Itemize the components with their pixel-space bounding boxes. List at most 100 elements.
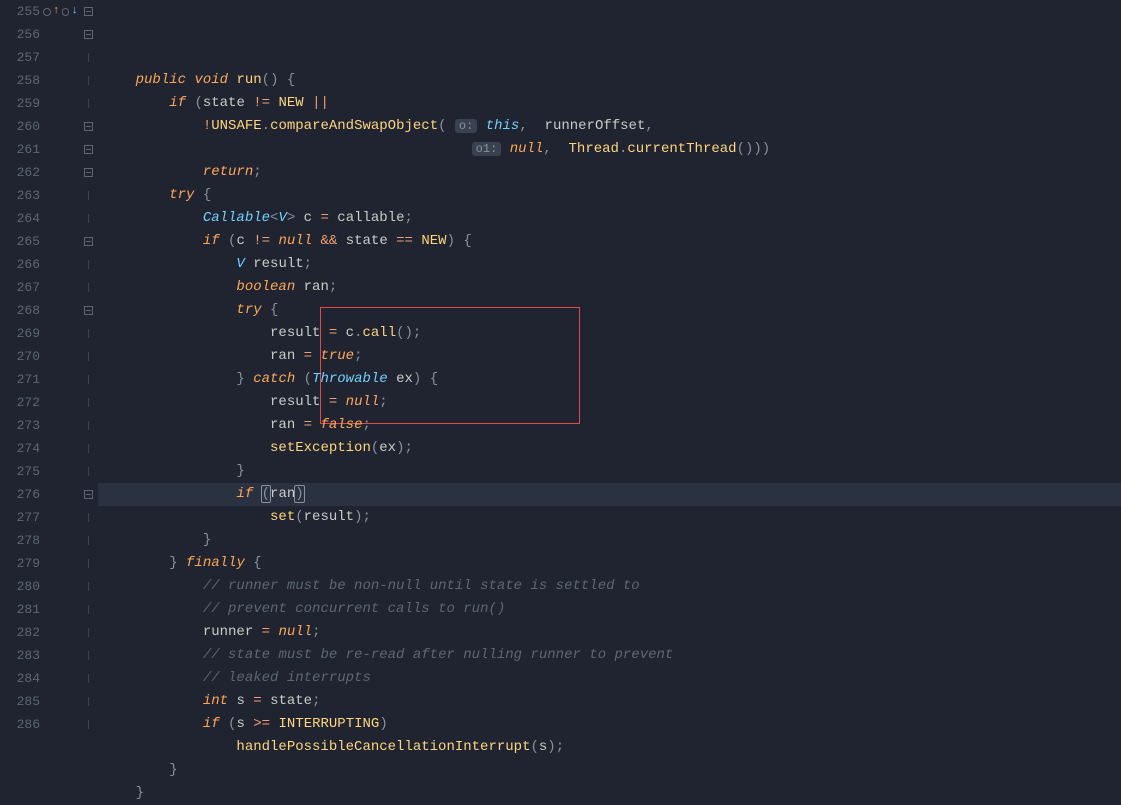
code-line[interactable]: } finally { — [98, 552, 1121, 575]
punct: { — [253, 555, 261, 571]
fold-column[interactable] — [78, 444, 98, 453]
fold-column[interactable] — [78, 306, 98, 315]
code-line[interactable]: try { — [98, 184, 1121, 207]
fold-column[interactable] — [78, 260, 98, 269]
fold-icon[interactable] — [84, 145, 93, 154]
code-line[interactable]: o1: null, Thread.currentThread())) — [98, 138, 1121, 161]
gutter-row: 262 — [0, 161, 98, 184]
tok-result: result — [270, 394, 320, 410]
gutter-row: 261 — [0, 138, 98, 161]
fold-column[interactable] — [78, 559, 98, 568]
fold-column[interactable] — [78, 697, 98, 706]
gutter: 255↑ ↓2562572582592602612622632642652662… — [0, 0, 98, 749]
punct: ; — [304, 256, 312, 272]
fold-column[interactable] — [78, 76, 98, 85]
gutter-row: 256 — [0, 23, 98, 46]
code-line[interactable]: } — [98, 759, 1121, 782]
fold-spacer — [88, 513, 89, 522]
code-line[interactable]: set(result); — [98, 506, 1121, 529]
fold-column[interactable] — [78, 283, 98, 292]
fold-column[interactable] — [78, 375, 98, 384]
fold-spacer — [88, 697, 89, 706]
code-line[interactable]: // prevent concurrent calls to run() — [98, 598, 1121, 621]
fold-icon[interactable] — [84, 122, 93, 131]
fold-column[interactable] — [78, 398, 98, 407]
fold-icon[interactable] — [84, 237, 93, 246]
gutter-row: 263 — [0, 184, 98, 207]
fold-column[interactable] — [78, 674, 98, 683]
fold-column[interactable] — [78, 513, 98, 522]
code-line[interactable]: handlePossibleCancellationInterrupt(s); — [98, 736, 1121, 759]
code-line[interactable]: if (s >= INTERRUPTING) — [98, 713, 1121, 736]
arrow-up-icon: ↑ — [53, 0, 60, 23]
code-line[interactable]: if (c != null && state == NEW) { — [98, 230, 1121, 253]
fold-column[interactable] — [78, 720, 98, 729]
fold-icon[interactable] — [84, 7, 93, 16]
code-line[interactable]: if (ran) — [98, 483, 1121, 506]
fold-column[interactable] — [78, 99, 98, 108]
punct: ) — [379, 716, 387, 732]
gutter-icons: ↑ ↓ — [40, 0, 78, 23]
code-line[interactable]: Callable<V> c = callable; — [98, 207, 1121, 230]
code-line[interactable]: ran = true; — [98, 345, 1121, 368]
tok-result: result — [270, 325, 320, 341]
fold-column[interactable] — [78, 352, 98, 361]
fold-column[interactable] — [78, 582, 98, 591]
fold-column[interactable] — [78, 30, 98, 39]
fold-icon[interactable] — [84, 168, 93, 177]
fold-column[interactable] — [78, 168, 98, 177]
code-line[interactable]: !UNSAFE.compareAndSwapObject( o: this, r… — [98, 115, 1121, 138]
fold-column[interactable] — [78, 191, 98, 200]
code-line[interactable]: // state must be re-read after nulling r… — [98, 644, 1121, 667]
fold-column[interactable] — [78, 421, 98, 430]
line-number: 257 — [0, 46, 40, 69]
fold-icon[interactable] — [84, 306, 93, 315]
code-line[interactable]: } catch (Throwable ex) { — [98, 368, 1121, 391]
code-line[interactable]: boolean ran; — [98, 276, 1121, 299]
code-line[interactable]: } — [98, 782, 1121, 805]
code-line[interactable]: int s = state; — [98, 690, 1121, 713]
code-line[interactable]: runner = null; — [98, 621, 1121, 644]
fold-column[interactable] — [78, 467, 98, 476]
fold-column[interactable] — [78, 145, 98, 154]
code-editor[interactable]: 255↑ ↓2562572582592602612622632642652662… — [0, 0, 1121, 749]
fold-column[interactable] — [78, 651, 98, 660]
code-line[interactable]: } — [98, 529, 1121, 552]
fold-column[interactable] — [78, 605, 98, 614]
fold-column[interactable] — [78, 122, 98, 131]
fold-column[interactable] — [78, 237, 98, 246]
fold-icon[interactable] — [84, 490, 93, 499]
fold-column[interactable] — [78, 53, 98, 62]
code-area[interactable]: public void run() { if (state != NEW || … — [98, 0, 1121, 749]
op-andand: && — [321, 233, 338, 249]
fold-column[interactable] — [78, 329, 98, 338]
gutter-row: 269 — [0, 322, 98, 345]
fold-column[interactable] — [78, 536, 98, 545]
gutter-row: 259 — [0, 92, 98, 115]
code-line[interactable]: } — [98, 460, 1121, 483]
gutter-row: 274 — [0, 437, 98, 460]
code-line[interactable]: result = c.call(); — [98, 322, 1121, 345]
code-line[interactable]: return; — [98, 161, 1121, 184]
code-line[interactable]: if (state != NEW || — [98, 92, 1121, 115]
code-line[interactable]: result = null; — [98, 391, 1121, 414]
code-line[interactable]: V result; — [98, 253, 1121, 276]
code-line[interactable]: // runner must be non-null until state i… — [98, 575, 1121, 598]
fold-icon[interactable] — [84, 30, 93, 39]
code-line[interactable]: ran = false; — [98, 414, 1121, 437]
op-bang: ! — [203, 118, 211, 134]
code-line[interactable]: setException(ex); — [98, 437, 1121, 460]
tok-this: this — [486, 118, 520, 134]
punct: , — [519, 118, 527, 134]
tok-finally: finally — [186, 555, 245, 571]
fold-column[interactable] — [78, 628, 98, 637]
code-line[interactable]: try { — [98, 299, 1121, 322]
tok-boolean: boolean — [236, 279, 295, 295]
punct: ( — [438, 118, 446, 134]
code-line[interactable]: public void run() { — [98, 69, 1121, 92]
code-line[interactable]: // leaked interrupts — [98, 667, 1121, 690]
fold-column[interactable] — [78, 490, 98, 499]
fold-column[interactable] — [78, 7, 98, 16]
fold-column[interactable] — [78, 214, 98, 223]
gutter-row: 271 — [0, 368, 98, 391]
